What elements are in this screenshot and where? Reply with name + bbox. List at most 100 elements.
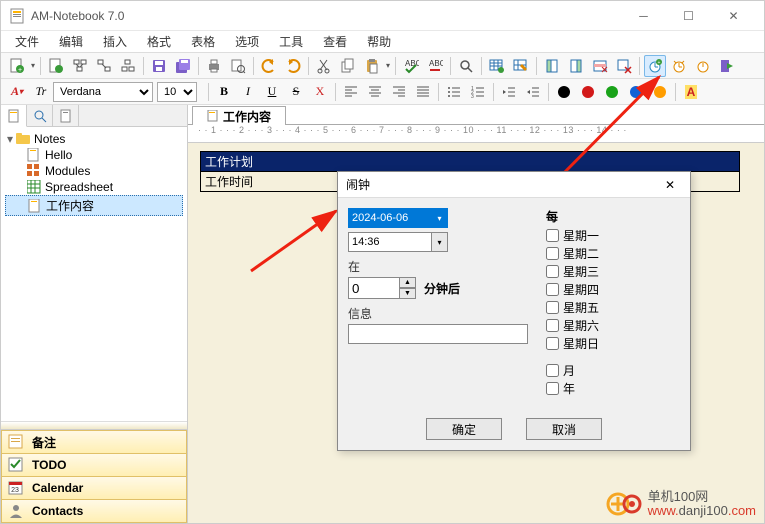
- align-right-icon[interactable]: [388, 81, 410, 103]
- search-icon[interactable]: [455, 55, 477, 77]
- tree-node-add-icon[interactable]: [69, 55, 91, 77]
- dialog-close-button[interactable]: ✕: [658, 175, 682, 195]
- exit-icon[interactable]: [716, 55, 738, 77]
- row-delete-icon[interactable]: [589, 55, 611, 77]
- color-blue-button[interactable]: [625, 81, 647, 103]
- indent-icon[interactable]: [522, 81, 544, 103]
- menu-view[interactable]: 查看: [313, 31, 357, 52]
- menu-insert[interactable]: 插入: [93, 31, 137, 52]
- cut-icon[interactable]: [313, 55, 335, 77]
- color-orange-button[interactable]: [649, 81, 671, 103]
- minutes-spinner: ▲▼: [348, 277, 418, 299]
- document-tab[interactable]: 工作内容: [192, 106, 286, 125]
- weekday-saturday[interactable]: 星期六: [546, 317, 680, 334]
- sidebar-tab-bookmarks[interactable]: [53, 105, 79, 126]
- save-all-icon[interactable]: [172, 55, 194, 77]
- cancel-button[interactable]: 取消: [526, 418, 602, 440]
- font-size-select[interactable]: 10: [157, 82, 197, 102]
- weekday-thursday[interactable]: 星期四: [546, 281, 680, 298]
- color-red-button[interactable]: [577, 81, 599, 103]
- panel-contacts[interactable]: Contacts: [1, 499, 187, 523]
- time-input[interactable]: [348, 232, 432, 252]
- date-dropdown-button[interactable]: ▾: [432, 208, 448, 228]
- tree-node-link-icon[interactable]: [93, 55, 115, 77]
- table-insert-icon[interactable]: [486, 55, 508, 77]
- alarm-icon[interactable]: [668, 55, 690, 77]
- menu-format[interactable]: 格式: [137, 31, 181, 52]
- tree-item-work-content[interactable]: 工作内容: [5, 195, 183, 216]
- menu-tools[interactable]: 工具: [269, 31, 313, 52]
- color-black-button[interactable]: [553, 81, 575, 103]
- ok-button[interactable]: 确定: [426, 418, 502, 440]
- tree-node-icon[interactable]: [117, 55, 139, 77]
- paste-dropdown-icon[interactable]: ▾: [384, 61, 392, 70]
- close-button[interactable]: ✕: [711, 1, 756, 30]
- underline-button[interactable]: U: [261, 81, 283, 103]
- align-center-icon[interactable]: [364, 81, 386, 103]
- weekday-tuesday[interactable]: 星期二: [546, 245, 680, 262]
- weekday-friday[interactable]: 星期五: [546, 299, 680, 316]
- tree-item-spreadsheet[interactable]: Spreadsheet: [5, 179, 183, 195]
- alarm-add-icon[interactable]: +: [644, 55, 666, 77]
- spin-down[interactable]: ▼: [400, 288, 416, 299]
- align-left-icon[interactable]: [340, 81, 362, 103]
- minutes-input[interactable]: [348, 277, 400, 299]
- menu-edit[interactable]: 编辑: [49, 31, 93, 52]
- print-preview-icon[interactable]: [227, 55, 249, 77]
- weekday-monday[interactable]: 星期一: [546, 227, 680, 244]
- print-icon[interactable]: [203, 55, 225, 77]
- strike-button[interactable]: S: [285, 81, 307, 103]
- maximize-button[interactable]: ☐: [666, 1, 711, 30]
- menu-file[interactable]: 文件: [5, 31, 49, 52]
- menu-help[interactable]: 帮助: [357, 31, 401, 52]
- sidebar-tab-search[interactable]: [27, 105, 53, 126]
- save-icon[interactable]: [148, 55, 170, 77]
- time-dropdown-button[interactable]: ▾: [432, 232, 448, 252]
- table-delete-icon[interactable]: [613, 55, 635, 77]
- spellcheck-off-icon[interactable]: ABC: [424, 55, 446, 77]
- col-insert-left-icon[interactable]: [541, 55, 563, 77]
- every-year[interactable]: 年: [546, 380, 680, 397]
- minimize-button[interactable]: ─: [621, 1, 666, 30]
- spin-up[interactable]: ▲: [400, 277, 416, 288]
- date-input[interactable]: [348, 208, 432, 228]
- bold-button[interactable]: B: [213, 81, 235, 103]
- panel-todo[interactable]: TODO: [1, 453, 187, 477]
- font-name-select[interactable]: Verdana: [53, 82, 153, 102]
- spellcheck-icon[interactable]: ABC: [400, 55, 422, 77]
- panel-memo[interactable]: 备注: [1, 430, 187, 454]
- list-bullet-icon[interactable]: [443, 81, 465, 103]
- italic-button[interactable]: I: [237, 81, 259, 103]
- col-insert-right-icon[interactable]: [565, 55, 587, 77]
- sidebar-tab-notes[interactable]: [1, 105, 27, 127]
- every-month[interactable]: 月: [546, 362, 680, 379]
- tree-item-hello[interactable]: Hello: [5, 147, 183, 163]
- align-justify-icon[interactable]: [412, 81, 434, 103]
- menu-options[interactable]: 选项: [225, 31, 269, 52]
- undo-icon[interactable]: [258, 55, 280, 77]
- tree-item-modules[interactable]: Modules: [5, 163, 183, 179]
- outdent-icon[interactable]: [498, 81, 520, 103]
- redo-icon[interactable]: [282, 55, 304, 77]
- clear-format-button[interactable]: X: [309, 81, 331, 103]
- weekday-wednesday[interactable]: 星期三: [546, 263, 680, 280]
- new-file-icon[interactable]: +: [6, 55, 28, 77]
- table-edit-icon[interactable]: [510, 55, 532, 77]
- menu-table[interactable]: 表格: [181, 31, 225, 52]
- paste-icon[interactable]: [361, 55, 383, 77]
- alarm-set-icon[interactable]: [692, 55, 714, 77]
- tree-root[interactable]: ▾ Notes: [5, 131, 183, 147]
- font-color-a-icon[interactable]: A▾: [6, 81, 28, 103]
- copy-icon[interactable]: [337, 55, 359, 77]
- sidebar-tabs: [1, 105, 187, 127]
- new-file-dropdown-icon[interactable]: ▾: [29, 61, 37, 70]
- list-number-icon[interactable]: 123: [467, 81, 489, 103]
- color-green-button[interactable]: [601, 81, 623, 103]
- weekday-sunday[interactable]: 星期日: [546, 335, 680, 352]
- font-style-icon[interactable]: Tr: [30, 81, 52, 103]
- table-cell[interactable]: 工作计划: [201, 152, 740, 172]
- info-input[interactable]: [348, 324, 528, 344]
- highlight-a-icon[interactable]: A: [680, 81, 702, 103]
- panel-calendar[interactable]: 23 Calendar: [1, 476, 187, 500]
- file-favorite-icon[interactable]: [45, 55, 67, 77]
